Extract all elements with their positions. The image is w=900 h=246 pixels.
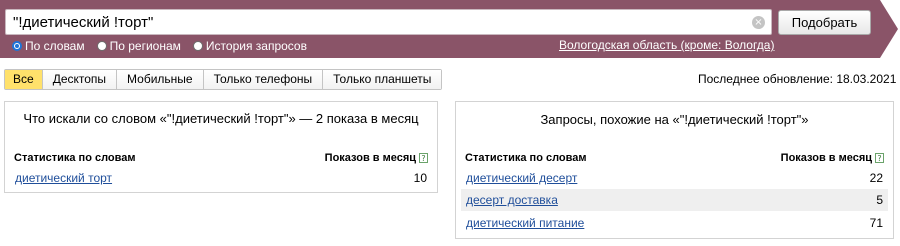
column-header-count: Показов в месяц?: [781, 152, 884, 164]
panel-title: Запросы, похожие на «"!диетический !торт…: [540, 112, 809, 127]
device-tabs: Все Десктопы Мобильные Только телефоны Т…: [4, 69, 443, 90]
similar-queries-panel: Запросы, похожие на «"!диетический !торт…: [455, 101, 894, 239]
column-header-count: Показов в месяц?: [325, 152, 428, 164]
radio-label: По регионам: [109, 39, 181, 53]
search-mode-group: По словам По регионам История запросов: [12, 38, 319, 54]
table-header: Статистика по словам Показов в месяц?: [465, 152, 884, 164]
impressions-count: 10: [413, 171, 427, 185]
tab-all[interactable]: Все: [5, 70, 43, 89]
phrase-link[interactable]: десерт доставка: [466, 193, 558, 207]
impressions-count: 22: [869, 171, 883, 185]
impressions-count: 5: [876, 193, 883, 207]
help-icon[interactable]: ?: [419, 153, 428, 163]
column-header-phrase: Статистика по словам: [14, 152, 136, 164]
region-link[interactable]: Вологодская область (кроме: Вологда): [559, 38, 774, 52]
tab-desktops[interactable]: Десктопы: [42, 70, 118, 89]
radio-label: История запросов: [205, 39, 307, 53]
table-row: диетический торт 10: [10, 167, 432, 189]
column-header-count-label: Показов в месяц: [780, 152, 872, 164]
radio-query-history[interactable]: История запросов: [192, 39, 307, 53]
search-input[interactable]: "!диетический !торт" ×: [5, 9, 772, 35]
search-header: "!диетический !торт" × Подобрать По слов…: [0, 0, 900, 58]
last-update-text: Последнее обновление: 18.03.2021: [698, 72, 897, 86]
table-row: диетический питание 71: [461, 212, 888, 234]
clear-icon[interactable]: ×: [752, 16, 765, 29]
tab-phones-only[interactable]: Только телефоны: [203, 70, 324, 89]
radio-label: По словам: [25, 39, 85, 53]
help-icon[interactable]: ?: [875, 153, 884, 163]
phrase-link[interactable]: диетический питание: [466, 216, 584, 230]
tab-tablets-only[interactable]: Только планшеты: [323, 70, 442, 89]
phrase-link[interactable]: диетический торт: [15, 171, 112, 185]
search-query-text: "!диетический !торт": [13, 14, 154, 31]
column-header-phrase: Статистика по словам: [465, 152, 587, 164]
tab-mobile[interactable]: Мобильные: [117, 70, 204, 89]
column-header-count-label: Показов в месяц: [324, 152, 416, 164]
radio-unchecked-icon: [192, 41, 203, 51]
submit-button[interactable]: Подобрать: [778, 10, 871, 35]
table-row: диетический десерт 22: [461, 167, 888, 189]
radio-checked-icon: [12, 41, 22, 51]
table-header: Статистика по словам Показов в месяц?: [14, 152, 428, 164]
table-row: десерт доставка 5: [461, 189, 888, 211]
word-stats-panel: Что искали со словом «"!диетический !тор…: [4, 101, 438, 193]
phrase-link[interactable]: диетический десерт: [466, 171, 577, 185]
radio-unchecked-icon: [96, 41, 107, 51]
radio-by-words[interactable]: По словам: [12, 39, 85, 53]
panel-title: Что искали со словом «"!диетический !тор…: [23, 111, 419, 126]
radio-by-regions[interactable]: По регионам: [96, 39, 181, 53]
impressions-count: 71: [869, 216, 883, 230]
